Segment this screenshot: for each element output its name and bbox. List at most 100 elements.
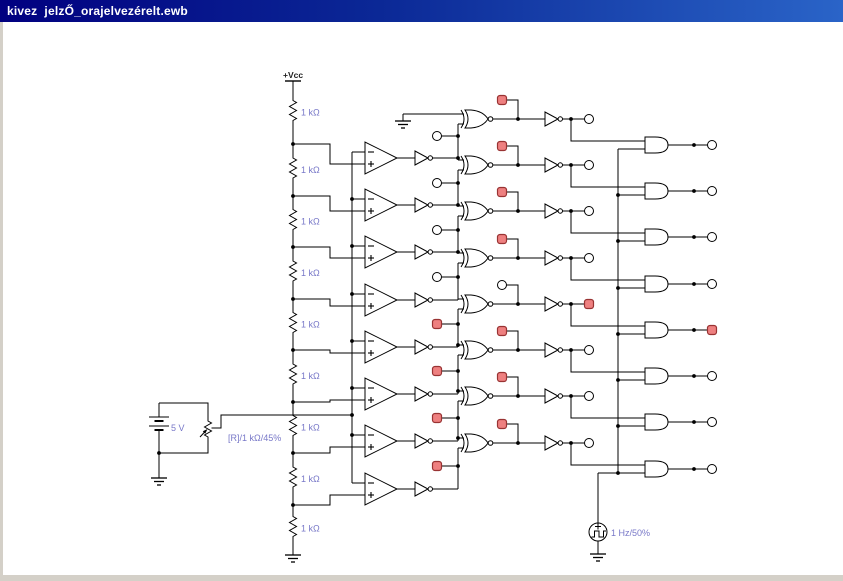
output-inverter-8[interactable] <box>544 435 563 451</box>
and-body[interactable] <box>644 136 669 154</box>
probe-inverter-out-2[interactable] <box>584 160 594 170</box>
and-body[interactable] <box>644 367 669 385</box>
xnor-gate-3[interactable] <box>460 201 494 221</box>
probe-inverter-out-5[interactable] <box>583 298 595 310</box>
xnor-body[interactable] <box>464 294 489 314</box>
not-gate-body[interactable] <box>544 203 560 219</box>
opamp-body[interactable] <box>364 283 399 317</box>
not-gate-body[interactable] <box>544 157 560 173</box>
probe-unlit[interactable] <box>707 417 717 427</box>
probe-unlit[interactable] <box>707 464 717 474</box>
probe-and-out-8[interactable] <box>707 464 717 474</box>
buffer-inverter-3[interactable] <box>414 244 433 260</box>
probe-unlit[interactable] <box>584 391 594 401</box>
probe-unlit[interactable] <box>707 371 717 381</box>
probe-and-out-2[interactable] <box>707 186 717 196</box>
probe-xnor-out-2[interactable] <box>496 140 508 152</box>
probe-unlit[interactable] <box>432 272 442 282</box>
xnor-gate-6[interactable] <box>460 340 494 360</box>
resistor-1[interactable]: 1 kΩ <box>288 81 321 144</box>
resistor-zigzag[interactable] <box>288 402 298 453</box>
probe-lit[interactable] <box>431 318 443 330</box>
and-body[interactable] <box>644 413 669 431</box>
output-inverter-7[interactable] <box>544 388 563 404</box>
resistor-7[interactable]: 1 kΩ <box>288 402 321 453</box>
vcc-terminal[interactable]: +Vcc <box>283 70 303 82</box>
buffer-inverter-8[interactable] <box>414 481 433 497</box>
probe-node-4[interactable] <box>432 272 442 282</box>
not-gate-body[interactable] <box>414 386 430 402</box>
output-inverter-3[interactable] <box>544 203 563 219</box>
probe-lit[interactable] <box>496 371 508 383</box>
probe-unlit[interactable] <box>707 279 717 289</box>
resistor-zigzag[interactable] <box>288 196 298 247</box>
probe-lit[interactable] <box>431 460 443 472</box>
probe-and-out-1[interactable] <box>707 140 717 150</box>
probe-lit[interactable] <box>706 324 718 336</box>
and-body[interactable] <box>644 275 669 293</box>
output-inverter-4[interactable] <box>544 250 563 266</box>
probe-xnor-out-7[interactable] <box>496 371 508 383</box>
comparator-7[interactable] <box>364 424 399 458</box>
resistor-zigzag[interactable] <box>288 144 298 196</box>
comparator-2[interactable] <box>364 188 399 222</box>
comparator-3[interactable] <box>364 235 399 269</box>
probe-xnor-out-6[interactable] <box>496 325 508 337</box>
probe-lit[interactable] <box>496 94 508 106</box>
probe-inverter-out-1[interactable] <box>584 114 594 124</box>
and-body[interactable] <box>644 321 669 339</box>
xnor-body[interactable] <box>464 155 489 175</box>
and-gate-3[interactable] <box>644 228 669 246</box>
probe-inverter-out-6[interactable] <box>584 345 594 355</box>
pot-zigzag[interactable] <box>203 417 213 441</box>
probe-unlit[interactable] <box>432 178 442 188</box>
probe-unlit[interactable] <box>707 232 717 242</box>
not-gate-body[interactable] <box>544 111 560 127</box>
ground-symbol[interactable] <box>151 477 167 486</box>
probe-unlit[interactable] <box>584 345 594 355</box>
and-gate-5[interactable] <box>644 321 669 339</box>
probe-lit[interactable] <box>496 233 508 245</box>
buffer-inverter-7[interactable] <box>414 433 433 449</box>
probe-and-out-7[interactable] <box>707 417 717 427</box>
xnor-gate-7[interactable] <box>460 386 494 406</box>
probe-unlit[interactable] <box>707 186 717 196</box>
not-gate-body[interactable] <box>544 435 560 451</box>
not-gate-body[interactable] <box>414 150 430 166</box>
probe-node-8[interactable] <box>431 460 443 472</box>
probe-node-1[interactable] <box>432 131 442 141</box>
xnor-body[interactable] <box>464 201 489 221</box>
comparator-1[interactable] <box>364 141 399 175</box>
ground-symbol[interactable] <box>285 554 301 563</box>
probe-inverter-out-8[interactable] <box>584 438 594 448</box>
resistor-4[interactable]: 1 kΩ <box>288 247 321 299</box>
comparator-4[interactable] <box>364 283 399 317</box>
xnor-gate-8[interactable] <box>460 433 494 453</box>
probe-node-6[interactable] <box>431 365 443 377</box>
probe-unlit[interactable] <box>432 131 442 141</box>
probe-and-out-4[interactable] <box>707 279 717 289</box>
and-gate-7[interactable] <box>644 413 669 431</box>
not-gate-body[interactable] <box>414 292 430 308</box>
xnor-gate-2[interactable] <box>460 155 494 175</box>
probe-node-7[interactable] <box>431 412 443 424</box>
opamp-body[interactable] <box>364 330 399 364</box>
probe-lit[interactable] <box>431 365 443 377</box>
probe-lit[interactable] <box>431 412 443 424</box>
opamp-body[interactable] <box>364 472 399 506</box>
and-body[interactable] <box>644 228 669 246</box>
resistor-9[interactable]: 1 kΩ <box>288 505 321 552</box>
xnor-body[interactable] <box>464 386 489 406</box>
resistor-zigzag[interactable] <box>288 299 298 350</box>
probe-lit[interactable] <box>496 186 508 198</box>
probe-unlit[interactable] <box>584 438 594 448</box>
resistor-zigzag[interactable] <box>288 505 298 552</box>
probe-unlit[interactable] <box>584 206 594 216</box>
resistor-zigzag[interactable] <box>288 453 298 505</box>
probe-xnor-out-4[interactable] <box>496 233 508 245</box>
xnor-body[interactable] <box>464 433 489 453</box>
xnor-body[interactable] <box>464 109 489 129</box>
ground-symbol[interactable] <box>590 553 606 562</box>
buffer-inverter-6[interactable] <box>414 386 433 402</box>
not-gate-body[interactable] <box>544 388 560 404</box>
